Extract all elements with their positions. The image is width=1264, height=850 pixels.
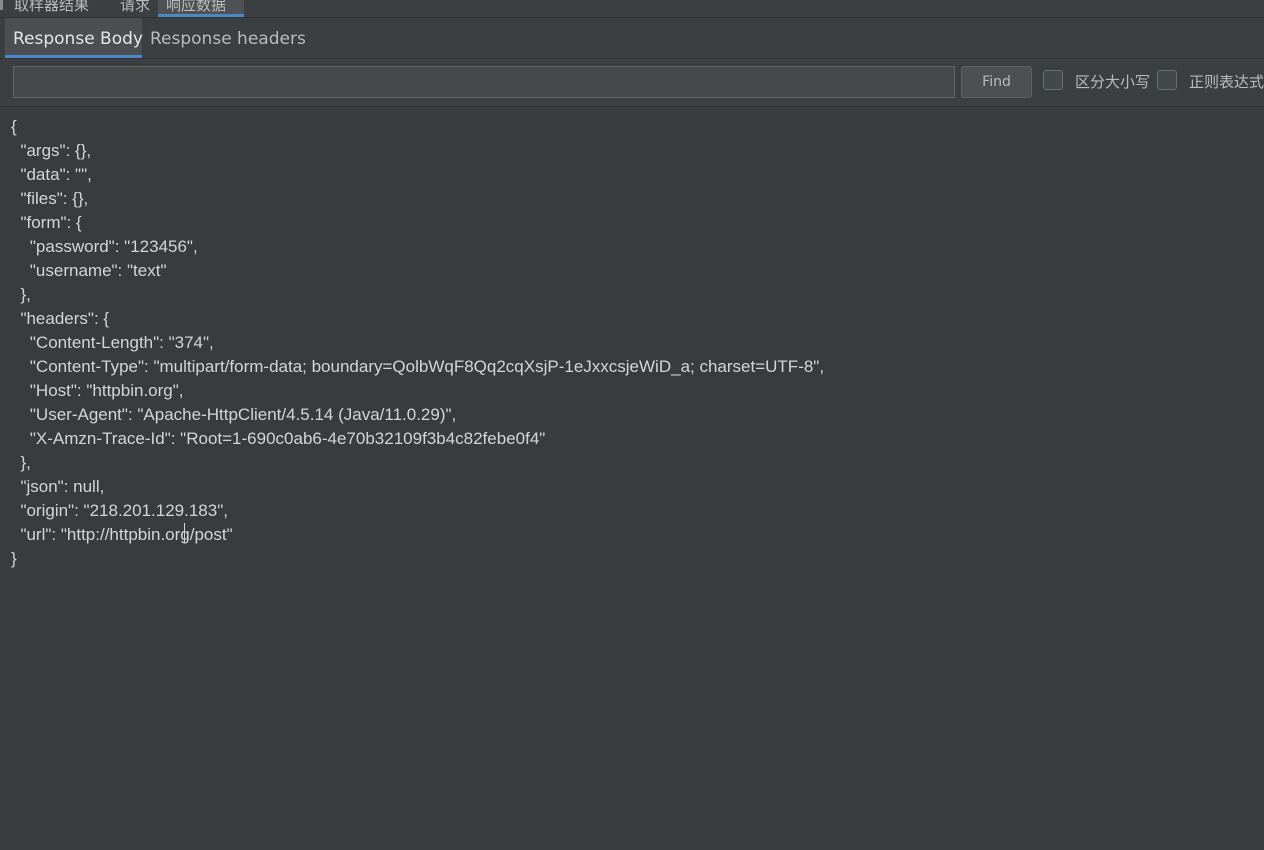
tab-request[interactable]: 请求 xyxy=(120,0,150,15)
response-line: "json": null, xyxy=(11,477,105,496)
response-line: "User-Agent": "Apache-HttpClient/4.5.14 … xyxy=(11,405,457,424)
regex-label: 正则表达式 xyxy=(1189,73,1264,91)
search-bar: Find 区分大小写 正则表达式 xyxy=(0,59,1264,107)
find-button[interactable]: Find xyxy=(961,66,1032,98)
response-line: "username": "text" xyxy=(11,261,167,280)
search-input[interactable] xyxy=(13,66,955,98)
response-line: "X-Amzn-Trace-Id": "Root=1-690c0ab6-4e70… xyxy=(11,429,546,448)
tab-response-body[interactable]: Response Body xyxy=(5,18,143,58)
response-line: "password": "123456", xyxy=(11,237,198,256)
tab-response-data[interactable]: 响应数据 xyxy=(158,0,244,17)
tab-response-headers[interactable]: Response headers xyxy=(150,18,306,58)
response-line: "Host": "httpbin.org", xyxy=(11,381,184,400)
response-line: "headers": { xyxy=(11,309,110,328)
response-line: "Content-Length": "374", xyxy=(11,333,214,352)
response-line: "url": "http://httpbin.org/post" xyxy=(11,525,233,544)
response-line: "data": "", xyxy=(11,165,92,184)
response-line: "files": {}, xyxy=(11,189,89,208)
regex-checkbox[interactable] xyxy=(1157,70,1177,90)
response-line: "form": { xyxy=(11,213,82,232)
response-body-text-area[interactable]: { "args": {}, "data": "", "files": {}, "… xyxy=(0,107,1264,850)
response-line: } xyxy=(11,549,17,568)
response-line: { xyxy=(11,117,17,136)
response-line: "Content-Type": "multipart/form-data; bo… xyxy=(11,357,825,376)
response-line: }, xyxy=(11,453,31,472)
left-marker xyxy=(0,0,3,10)
response-line: "origin": "218.201.129.183", xyxy=(11,501,228,520)
tab-sampler-result[interactable]: 取样器结果 xyxy=(14,0,89,15)
response-line: }, xyxy=(11,285,31,304)
case-sensitive-label: 区分大小写 xyxy=(1075,73,1151,91)
case-sensitive-checkbox[interactable] xyxy=(1043,70,1063,90)
response-line: "args": {}, xyxy=(11,141,92,160)
text-caret xyxy=(184,523,185,543)
top-tab-bar: 取样器结果 请求 响应数据 xyxy=(0,0,1264,18)
sub-tab-bar: Response Body Response headers xyxy=(0,18,1264,59)
